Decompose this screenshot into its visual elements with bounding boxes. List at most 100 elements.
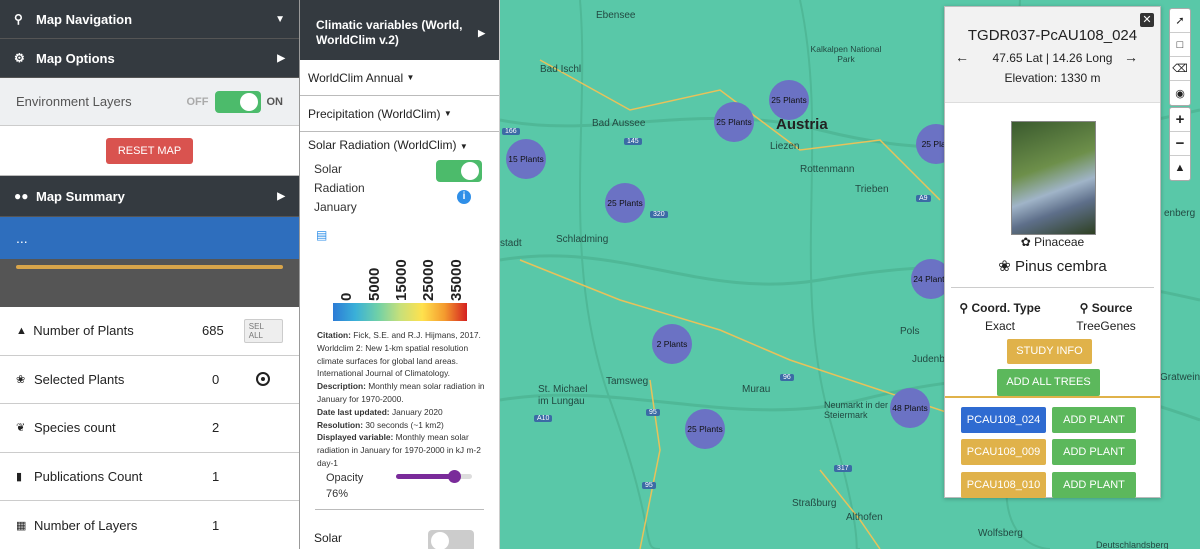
place-label: Deutschlandsberg <box>1096 540 1169 549</box>
zoom-in-icon[interactable]: + <box>1170 108 1190 132</box>
caret-down-icon: ▼ <box>275 13 285 25</box>
add-plant-button[interactable]: ADD PLANT <box>1052 407 1136 433</box>
place-label: Bad Aussee <box>592 118 646 129</box>
place-label: Straßburg <box>792 498 837 509</box>
add-plant-button[interactable]: ADD PLANT <box>1052 472 1136 498</box>
close-icon[interactable]: ✕ <box>1140 13 1154 27</box>
place-label: Gratwein- <box>1160 372 1200 383</box>
toggle-on-label: ON <box>266 95 284 108</box>
users-icon: ●● <box>14 189 29 203</box>
coord-type-head: Coord. Type <box>971 301 1041 315</box>
zoom-toolbar: + − ▲ <box>1169 107 1191 181</box>
reset-map-button[interactable]: RESET MAP <box>105 137 194 164</box>
color-legend: 0 5000 15000 25000 35000 <box>333 245 467 321</box>
plant-cluster[interactable]: 25 Plants <box>714 102 754 142</box>
toggle-knob <box>461 162 479 180</box>
road-shield: 317 <box>834 465 852 472</box>
source-head: Source <box>1091 301 1133 315</box>
target-icon[interactable] <box>256 372 270 387</box>
map-marker-icon: ⚲ <box>14 12 23 26</box>
legend-tick: 15000 <box>393 259 410 301</box>
leaf-icon: ❦ <box>16 422 26 435</box>
solar-radiation-section: Solar Radiation (WorldClim) ▼ Solar Radi… <box>300 132 499 232</box>
toggle-off-label: OFF <box>186 95 209 108</box>
precipitation-dropdown[interactable]: Precipitation (WorldClim) ▼ <box>300 96 499 132</box>
map-options-header[interactable]: ⚙ Map Options ▶ <box>0 39 299 78</box>
gear-icon: ⚙ <box>14 51 25 65</box>
coord-type-block: ⚲ Coord. Type Exact <box>955 299 1045 335</box>
caret-down-icon: ▼ <box>406 73 415 82</box>
zoom-out-icon[interactable]: − <box>1170 132 1190 156</box>
summary-row-selected: ❀ Selected Plants 0 <box>0 356 299 404</box>
place-label: Liezen <box>770 141 800 152</box>
dropdown-label: Precipitation (WorldClim) <box>308 106 441 121</box>
resolution-text: 30 seconds (~1 km2) <box>365 419 444 430</box>
legend-tick: 35000 <box>448 259 465 301</box>
place-label: Wolfsberg <box>978 528 1023 539</box>
info-icon[interactable]: i <box>457 190 471 204</box>
seedling-icon: ❀ <box>998 258 1011 275</box>
summary-progress-bar <box>0 259 299 307</box>
plant-cluster[interactable]: 25 Plants <box>685 409 725 449</box>
tree-id-button[interactable]: PCAU108_009 <box>961 439 1046 465</box>
legend-tick: 25000 <box>420 259 437 301</box>
map-summary-header[interactable]: ●● Map Summary ▶ <box>0 176 299 217</box>
caret-right-icon: ▶ <box>277 52 285 64</box>
plant-cluster[interactable]: 25 Plants <box>769 80 809 120</box>
plant-cluster[interactable]: 15 Plants <box>506 139 546 179</box>
layer-panel: Climatic variables (World, WorldClim v.2… <box>300 0 500 549</box>
climatic-variables-label: Climatic variables (World, WorldClim v.2… <box>316 18 463 47</box>
slider-handle[interactable] <box>447 470 461 483</box>
draw-line-icon[interactable]: ➚ <box>1170 9 1190 33</box>
camera-icon[interactable]: ◉ <box>1170 81 1190 105</box>
book-icon: ▮ <box>16 470 23 483</box>
next-layer-toggle[interactable] <box>428 530 474 549</box>
tree-id-button[interactable]: PCAU108_010 <box>961 472 1046 498</box>
map-summary-label: Map Summary <box>36 188 125 204</box>
place-label: St. Michael im Lungau <box>538 384 588 407</box>
road-shield: 145 <box>624 138 642 145</box>
plant-cluster[interactable]: 48 Plants <box>890 388 930 428</box>
next-arrow-icon[interactable]: → <box>1124 49 1138 65</box>
add-plant-button[interactable]: ADD PLANT <box>1052 439 1136 465</box>
study-info-button[interactable]: STUDY INFO <box>1007 339 1092 364</box>
road-shield: 95 <box>642 482 656 489</box>
summary-row-plants: ▲ Number of Plants 685 SEL ALL <box>0 307 299 356</box>
selected-label: Selected Plants <box>34 371 125 387</box>
road-shield: A10 <box>534 415 553 422</box>
solar-radiation-dropdown[interactable]: Solar Radiation (WorldClim) ▼ <box>308 138 491 152</box>
environment-layers-label: Environment Layers <box>16 94 132 109</box>
environment-layers-toggle[interactable] <box>214 90 261 113</box>
compass-icon[interactable]: ▲ <box>1170 156 1190 180</box>
draw-polygon-icon[interactable]: □ <box>1170 33 1190 57</box>
climatic-variables-header[interactable]: Climatic variables (World, WorldClim v.2… <box>300 0 499 60</box>
place-label: Murau <box>742 384 771 395</box>
citation-head: Citation: <box>317 330 351 340</box>
summary-blue-bar: ... <box>0 217 299 259</box>
next-layer-label: Solar <box>314 531 343 545</box>
place-label: Althofen <box>846 512 883 523</box>
summary-row-layers: ▦ Number of Layers 1 <box>0 501 299 550</box>
plant-cluster[interactable]: 2 Plants <box>652 324 692 364</box>
chart-icon[interactable]: ▤ <box>316 228 327 242</box>
divider <box>315 509 484 510</box>
progress-line <box>16 265 283 269</box>
map-navigation-header[interactable]: ⚲ Map Navigation ▼ <box>0 0 299 39</box>
plants-value: 685 <box>202 323 224 339</box>
family-label: ✿ Pinaceae <box>945 235 1160 249</box>
plant-cluster[interactable]: 25 Plants <box>605 183 645 223</box>
worldclim-annual-dropdown[interactable]: WorldClim Annual ▼ <box>300 60 499 96</box>
opacity-slider[interactable] <box>396 470 472 483</box>
trash-icon[interactable]: ⌫ <box>1170 57 1190 81</box>
solar-january-toggle[interactable] <box>436 160 482 182</box>
source-block: ⚲ Source TreeGenes <box>1061 299 1151 335</box>
layers-label: Number of Layers <box>34 517 138 533</box>
place-label: Tamsweg <box>606 376 649 387</box>
select-all-button[interactable]: SEL ALL <box>243 318 284 343</box>
tree-icon: ▲ <box>16 324 27 337</box>
add-all-trees-button[interactable]: ADD ALL TREES <box>997 369 1100 396</box>
family-icon: ✿ <box>1020 235 1031 249</box>
variable-head: Displayed variable: <box>317 432 394 443</box>
tree-id-button[interactable]: PCAU108_024 <box>961 407 1046 433</box>
draw-toolbar: ➚ □ ⌫ ◉ <box>1169 8 1191 106</box>
